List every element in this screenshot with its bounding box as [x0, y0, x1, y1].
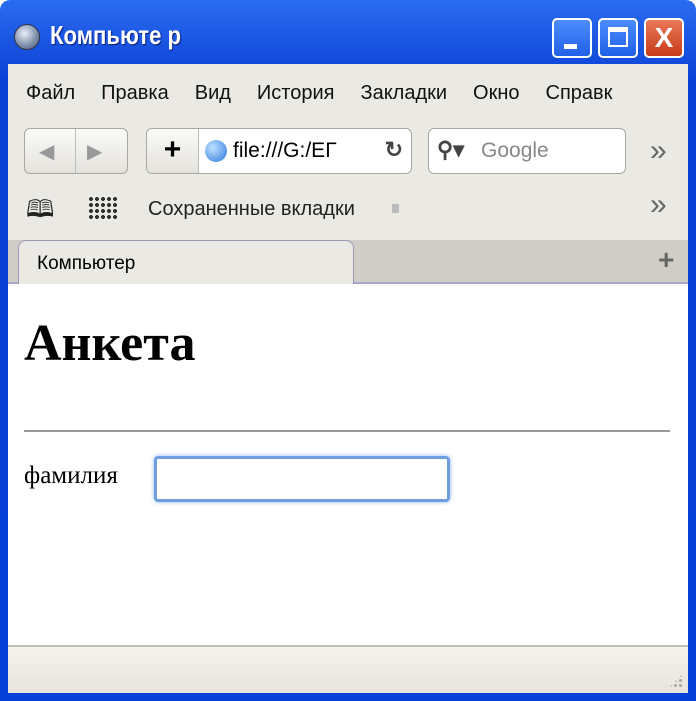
title-bar[interactable]: Компьюте р X: [0, 0, 696, 64]
folder-marker-icon: [392, 204, 399, 213]
surname-input[interactable]: [154, 456, 450, 502]
minimize-button[interactable]: [552, 18, 592, 58]
add-bookmark-button[interactable]: +: [147, 129, 199, 173]
menu-window[interactable]: Окно: [473, 82, 519, 105]
url-input[interactable]: file:///G:/EГ: [233, 139, 337, 163]
globe-icon: [205, 140, 227, 162]
page-heading: Анкета: [24, 315, 196, 372]
menu-view[interactable]: Вид: [195, 82, 231, 105]
divider: [24, 430, 670, 432]
menu-history[interactable]: История: [257, 82, 335, 105]
grid-icon[interactable]: [88, 196, 118, 220]
toolbar-overflow-button[interactable]: »: [650, 134, 667, 168]
menu-edit[interactable]: Правка: [101, 82, 169, 105]
new-tab-button[interactable]: +: [658, 244, 674, 276]
menu-bar: Файл Правка Вид История Закладки Окно Сп…: [8, 82, 620, 105]
window-title: Компьюте р: [50, 20, 182, 50]
back-forward-group: ◀ ▶: [24, 128, 128, 174]
search-box[interactable]: ⚲▾ Google: [428, 128, 626, 174]
navigation-toolbar: ◀ ▶ + file:///G:/EГ ↻ ⚲▾ Google »: [8, 128, 688, 178]
back-button[interactable]: ◀: [39, 139, 54, 164]
surname-label: фамилия: [24, 462, 118, 489]
search-input[interactable]: Google: [481, 139, 549, 163]
resize-grip-icon[interactable]: [668, 673, 684, 689]
bookmarks-book-icon[interactable]: 🕮: [26, 192, 54, 233]
page-content: Анкета фамилия: [8, 284, 688, 645]
tab-strip: Компьютер +: [8, 240, 688, 284]
browser-icon: [14, 24, 40, 50]
forward-button[interactable]: ▶: [87, 139, 102, 164]
bookmarks-overflow-button[interactable]: »: [650, 188, 667, 222]
status-bar: [8, 645, 688, 693]
reload-icon[interactable]: ↻: [385, 137, 403, 163]
browser-chrome: Файл Правка Вид История Закладки Окно Сп…: [8, 64, 688, 284]
saved-tabs-bookmark[interactable]: Сохраненные вкладки: [148, 198, 355, 221]
menu-bookmarks[interactable]: Закладки: [360, 82, 447, 105]
menu-file[interactable]: Файл: [26, 82, 75, 105]
tab-computer[interactable]: Компьютер: [18, 240, 354, 284]
menu-help[interactable]: Справк: [546, 82, 613, 105]
url-bar[interactable]: + file:///G:/EГ ↻: [146, 128, 412, 174]
maximize-button[interactable]: [598, 18, 638, 58]
search-icon: ⚲▾: [437, 137, 465, 162]
close-button[interactable]: X: [644, 18, 684, 58]
